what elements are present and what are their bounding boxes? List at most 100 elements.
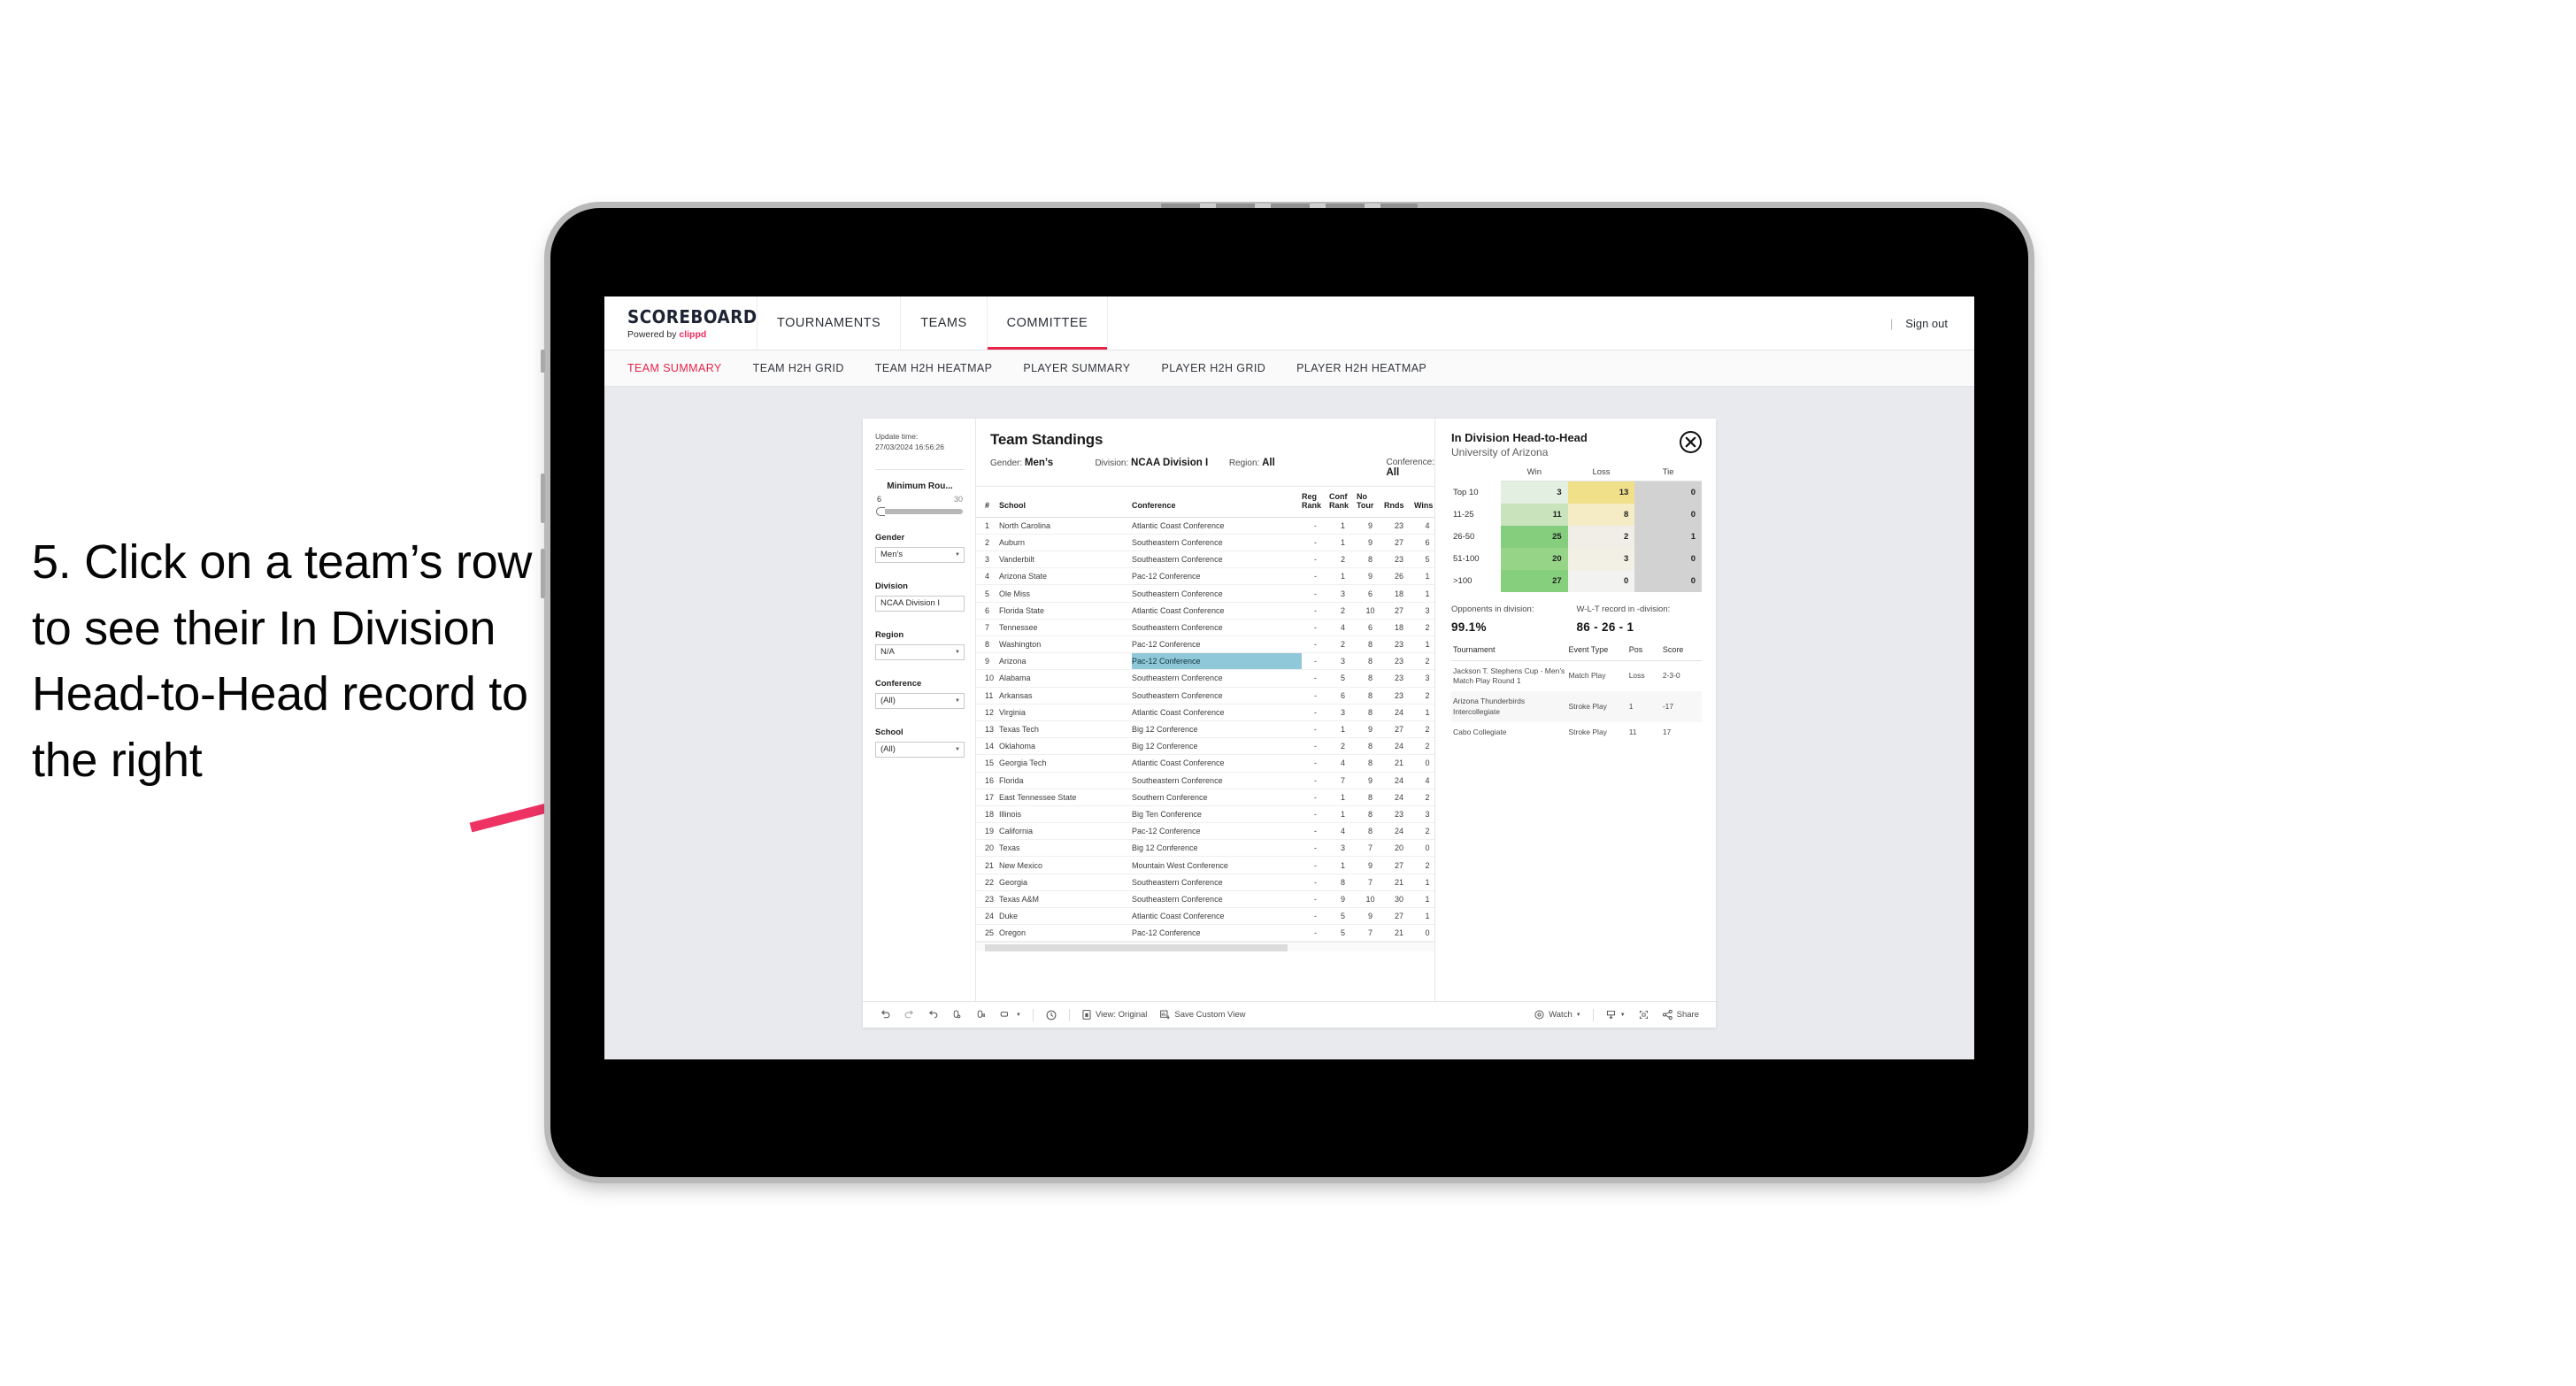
tournament-row[interactable]: Jackson T. Stephens Cup - Men’s Match Pl… bbox=[1451, 660, 1702, 691]
heatmap-cell[interactable]: 0 bbox=[1634, 547, 1702, 570]
heatmap-cell[interactable]: 1 bbox=[1634, 525, 1702, 548]
table-row[interactable]: 6 Florida State Atlantic Coast Conference -… bbox=[976, 602, 1441, 620]
refresh-button[interactable] bbox=[945, 1009, 969, 1020]
nav-committee[interactable]: COMMITTEE bbox=[986, 296, 1109, 350]
filter-label-school: School bbox=[875, 727, 904, 737]
cell-conference: Pac-12 Conference bbox=[1132, 822, 1302, 841]
heatmap-cell[interactable]: 25 bbox=[1501, 525, 1568, 548]
slider-handle[interactable] bbox=[876, 506, 885, 516]
table-row[interactable]: 12 Virginia Atlantic Coast Conference -3 8 24… bbox=[976, 704, 1441, 721]
heatmap-cell[interactable]: 13 bbox=[1567, 481, 1635, 504]
table-row[interactable]: 17 East Tennessee State Southern Conferenc… bbox=[976, 789, 1441, 806]
table-row[interactable]: 3 Vanderbilt Southeastern Conference -2 8 23 5 bbox=[976, 551, 1441, 569]
col-rnds[interactable]: Rnds bbox=[1384, 487, 1414, 518]
heatmap-cell[interactable]: 3 bbox=[1501, 481, 1568, 504]
primary-nav: TOURNAMENTS TEAMS COMMITTEE bbox=[757, 296, 1109, 350]
table-row[interactable]: 7 Tennessee Southeastern Conference -4 6 18 2 bbox=[976, 619, 1441, 637]
cell-rnds: 27 bbox=[1384, 602, 1414, 620]
tab-player-h2h-grid[interactable]: PLAYER H2H GRID bbox=[1162, 362, 1285, 374]
heatmap-cell[interactable]: 0 bbox=[1567, 569, 1635, 592]
table-row[interactable]: 23 Texas A&M Southeastern Conference -9 10 30… bbox=[976, 890, 1441, 909]
table-row[interactable]: 16 Florida Southeastern Conference -7 9 24 4 bbox=[976, 772, 1441, 789]
table-row[interactable]: 14 Oklahoma Big 12 Conference -2 8 24 2 bbox=[976, 737, 1441, 756]
cell-reg-rank: - bbox=[1302, 551, 1329, 569]
tournament-row[interactable]: Cabo Collegiate Stroke Play 11 17 bbox=[1451, 722, 1702, 743]
cell-school: Florida bbox=[999, 772, 1132, 789]
tournament-row[interactable]: Arizona Thunderbirds Intercollegiate Stro… bbox=[1451, 691, 1702, 723]
col-rank[interactable]: # bbox=[976, 487, 999, 518]
school-select[interactable]: (All) ▼ bbox=[875, 741, 965, 758]
brand-title: SCOREBOARD bbox=[627, 306, 757, 327]
table-row[interactable]: 21 New Mexico Mountain West Conference -1 9 2… bbox=[976, 856, 1441, 874]
watch-button[interactable]: Watch ▼ bbox=[1527, 1009, 1588, 1020]
table-row[interactable]: 20 Texas Big 12 Conference -3 7 20 0 bbox=[976, 839, 1441, 858]
horizontal-scrollbar[interactable] bbox=[976, 942, 1434, 952]
cell-conference: Southeastern Conference bbox=[1132, 874, 1302, 891]
heatmap-cell[interactable]: 27 bbox=[1501, 569, 1568, 592]
table-row[interactable]: 15 Georgia Tech Atlantic Coast Conference -… bbox=[976, 754, 1441, 773]
table-row[interactable]: 13 Texas Tech Big 12 Conference -1 9 27 2 bbox=[976, 720, 1441, 739]
region-select[interactable]: N/A ▼ bbox=[875, 643, 965, 660]
close-icon[interactable] bbox=[1680, 431, 1702, 453]
heatmap-cell[interactable]: 2 bbox=[1567, 525, 1635, 548]
nav-teams[interactable]: TEAMS bbox=[900, 296, 986, 350]
conference-select[interactable]: (All) ▼ bbox=[875, 692, 965, 709]
heatmap-cell[interactable]: 8 bbox=[1567, 503, 1635, 526]
heatmap-cell[interactable]: 20 bbox=[1501, 547, 1568, 570]
heatmap-cell[interactable]: 0 bbox=[1634, 503, 1702, 526]
share-button[interactable]: Share bbox=[1656, 1009, 1705, 1020]
tab-team-h2h-heatmap[interactable]: TEAM H2H HEATMAP bbox=[875, 362, 1011, 374]
tab-player-h2h-heatmap[interactable]: PLAYER H2H HEATMAP bbox=[1296, 362, 1445, 374]
download-button[interactable]: ▼ bbox=[1599, 1009, 1632, 1020]
pause-updates-button[interactable] bbox=[969, 1009, 993, 1020]
col-no-tour[interactable]: No Tour bbox=[1357, 487, 1384, 518]
save-custom-view-button[interactable]: Save Custom View bbox=[1153, 1009, 1251, 1020]
sign-out-link[interactable]: Sign out bbox=[1905, 317, 1948, 330]
cell-no-tour: 9 bbox=[1357, 517, 1384, 535]
cell-rank: 17 bbox=[976, 789, 999, 806]
view-original-button[interactable]: View: Original bbox=[1075, 1009, 1153, 1020]
nav-tournaments[interactable]: TOURNAMENTS bbox=[757, 296, 900, 350]
scrollbar-thumb[interactable] bbox=[985, 944, 1288, 952]
cell-school: Texas bbox=[999, 839, 1132, 858]
table-row[interactable]: 4 Arizona State Pac-12 Conference -1 9 26 1 bbox=[976, 567, 1441, 586]
redo-button[interactable] bbox=[897, 1009, 921, 1020]
heatmap-cell[interactable]: 0 bbox=[1634, 481, 1702, 504]
pause-auto-update-button[interactable] bbox=[1039, 1009, 1064, 1021]
table-row[interactable]: 24 Duke Atlantic Coast Conference -5 9 27 1 bbox=[976, 907, 1441, 926]
heatmap-cell[interactable]: 0 bbox=[1634, 569, 1702, 592]
heatmap-cell[interactable]: 11 bbox=[1501, 503, 1568, 526]
cell-conf-rank: 4 bbox=[1329, 619, 1357, 637]
tab-team-h2h-grid[interactable]: TEAM H2H GRID bbox=[753, 362, 863, 374]
revert-button[interactable] bbox=[921, 1009, 945, 1020]
table-row[interactable]: 11 Arkansas Southeastern Conference -6 8 23 2 bbox=[976, 687, 1441, 705]
gender-select[interactable]: Men’s ▼ bbox=[875, 546, 965, 563]
tab-player-summary[interactable]: PLAYER SUMMARY bbox=[1023, 362, 1149, 374]
cell-rnds: 18 bbox=[1384, 619, 1414, 637]
fullscreen-button[interactable] bbox=[1632, 1009, 1656, 1020]
table-row[interactable]: 18 Illinois Big Ten Conference -1 8 23 3 bbox=[976, 805, 1441, 824]
col-conf-rank[interactable]: Conf Rank bbox=[1329, 487, 1357, 518]
table-row[interactable]: 10 Alabama Southeastern Conference -5 8 23 3 bbox=[976, 669, 1441, 688]
table-row[interactable]: 1 North Carolina Atlantic Coast Conference… bbox=[976, 517, 1441, 535]
table-row[interactable]: 5 Ole Miss Southeastern Conference -3 6 18 1 bbox=[976, 584, 1441, 603]
table-row[interactable]: 2 Auburn Southeastern Conference -1 9 27 6 bbox=[976, 534, 1441, 552]
table-row[interactable]: 9 Arizona Pac-12 Conference -3 8 23 2 bbox=[976, 652, 1441, 671]
cell-no-tour: 8 bbox=[1357, 635, 1384, 654]
table-row[interactable]: 8 Washington Pac-12 Conference -2 8 23 1 bbox=[976, 635, 1441, 654]
tab-team-summary[interactable]: TEAM SUMMARY bbox=[627, 362, 741, 374]
col-school[interactable]: School bbox=[999, 487, 1132, 518]
col-reg-rank[interactable]: Reg Rank bbox=[1302, 487, 1329, 518]
table-row[interactable]: 22 Georgia Southeastern Conference -8 7 21 1 bbox=[976, 874, 1441, 891]
heatmap-cell[interactable]: 3 bbox=[1567, 547, 1635, 570]
undo-button[interactable] bbox=[873, 1009, 897, 1020]
table-row[interactable]: 25 Oregon Pac-12 Conference -5 7 21 0 bbox=[976, 924, 1441, 943]
cell-reg-rank: - bbox=[1302, 534, 1329, 552]
slider-track[interactable] bbox=[876, 506, 963, 516]
table-row[interactable]: 19 California Pac-12 Conference -4 8 24 2 bbox=[976, 822, 1441, 841]
cell-no-tour: 8 bbox=[1357, 805, 1384, 824]
division-select[interactable]: NCAA Division I bbox=[875, 595, 965, 612]
cell-no-tour: 6 bbox=[1357, 619, 1384, 637]
col-conference[interactable]: Conference bbox=[1132, 487, 1302, 518]
device-layout-button[interactable]: ▼ bbox=[993, 1009, 1027, 1020]
